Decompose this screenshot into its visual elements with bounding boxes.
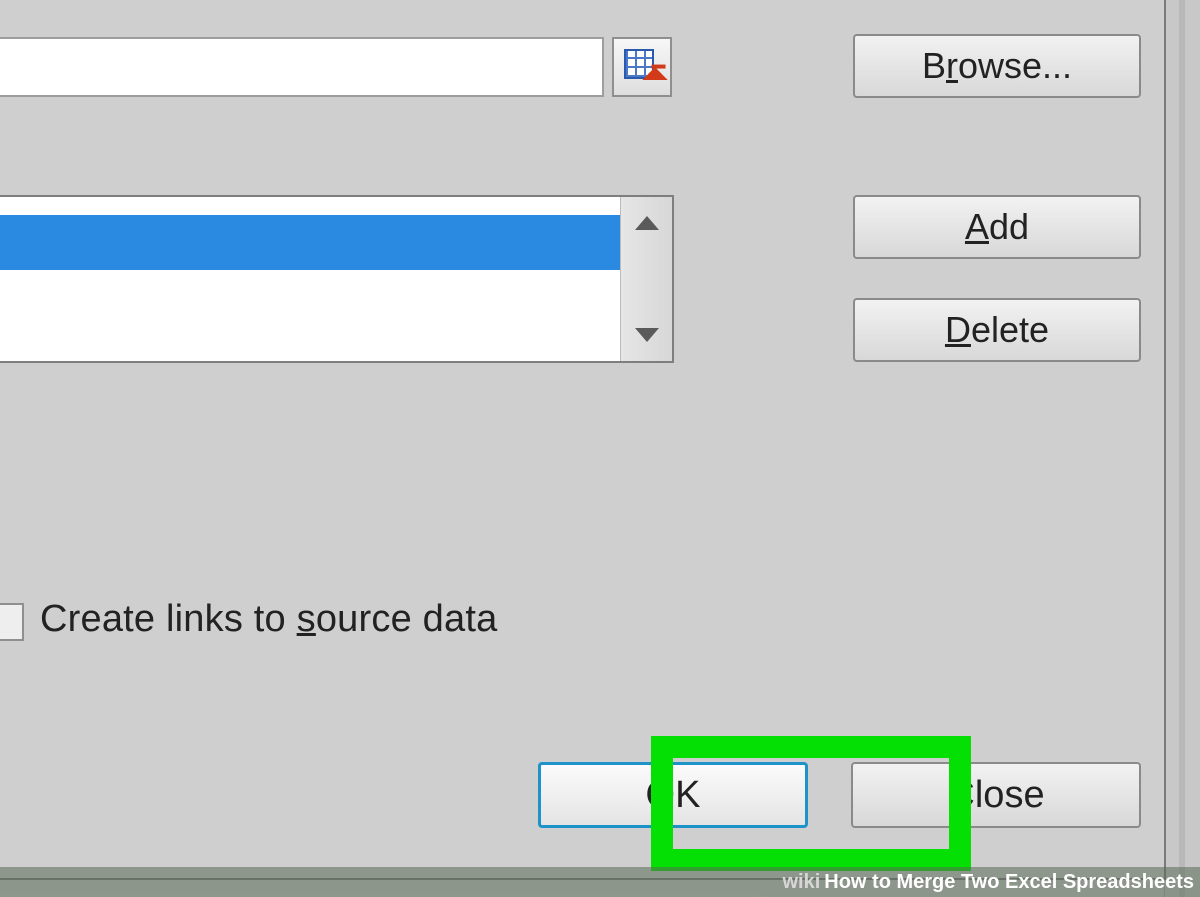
scroll-down-button[interactable] (621, 309, 672, 361)
button-label: Add (965, 206, 1029, 248)
collapse-dialog-button[interactable] (612, 37, 672, 97)
browse-button[interactable]: Browse... (853, 34, 1141, 98)
window-chrome-right (1164, 0, 1200, 897)
consolidate-dialog: Browse... Add Delete Create links to sou… (0, 0, 1166, 880)
watermark-bar: wiki How to Merge Two Excel Spreadsheets (0, 867, 1200, 897)
ok-button[interactable]: OK (538, 762, 808, 828)
list-viewport (0, 197, 620, 361)
delete-button[interactable]: Delete (853, 298, 1141, 362)
close-button[interactable]: Close (851, 762, 1141, 828)
chevron-up-icon (635, 216, 659, 230)
button-label: Browse... (922, 45, 1072, 87)
button-label: Close (947, 774, 1044, 817)
scroll-up-button[interactable] (621, 197, 672, 249)
list-scrollbar[interactable] (620, 197, 672, 361)
watermark-title: How to Merge Two Excel Spreadsheets (824, 871, 1194, 894)
range-picker-icon (622, 47, 662, 87)
create-links-label: Create links to source data (40, 598, 497, 641)
watermark-brand: wiki (782, 871, 820, 894)
create-links-checkbox[interactable] (0, 603, 24, 641)
reference-input[interactable] (0, 37, 604, 97)
chevron-down-icon (635, 328, 659, 342)
window-chrome-divider (1179, 0, 1185, 897)
button-label: OK (646, 774, 701, 817)
all-references-list[interactable] (0, 195, 674, 363)
add-button[interactable]: Add (853, 195, 1141, 259)
button-label: Delete (945, 309, 1049, 351)
list-item-selected[interactable] (0, 215, 620, 270)
